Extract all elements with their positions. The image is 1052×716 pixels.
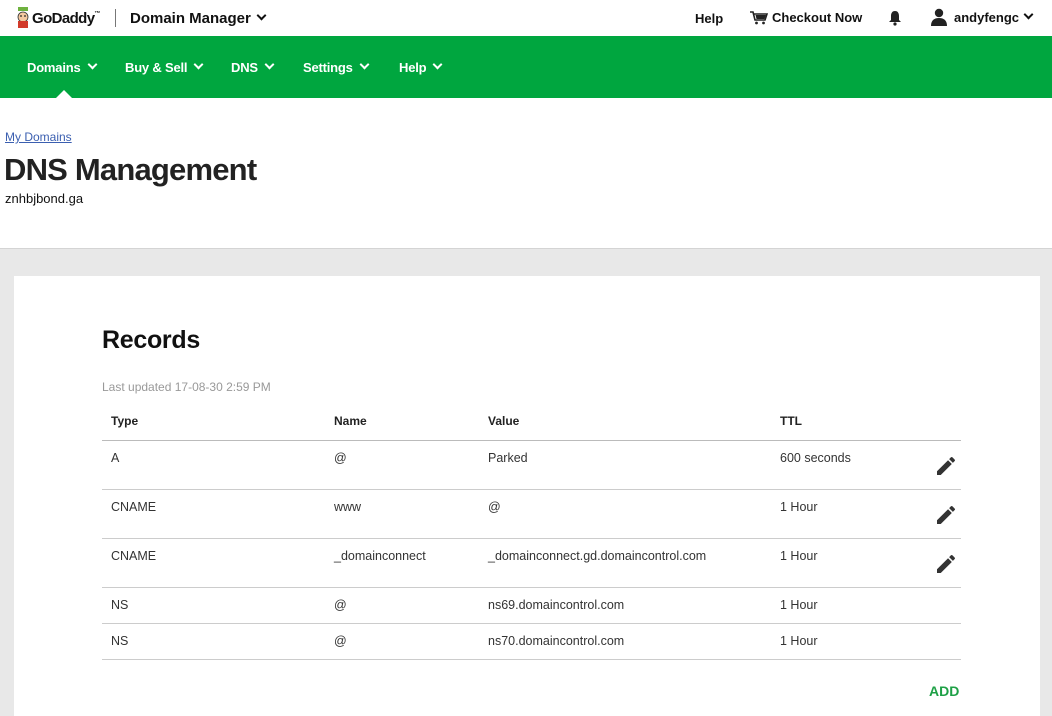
record-name: @	[334, 598, 347, 612]
page-title: DNS Management	[4, 152, 257, 187]
record-ttl: 1 Hour	[780, 634, 818, 648]
breadcrumb-my-domains[interactable]: My Domains	[5, 130, 72, 144]
checkout-label: Checkout Now	[772, 10, 863, 25]
chevron-down-icon	[1023, 9, 1034, 19]
record-ttl: 1 Hour	[780, 549, 818, 563]
top-bar: GoDaddy ™ Domain Manager Help Checkout No…	[0, 0, 1052, 36]
nav-dns-label: DNS	[231, 60, 258, 75]
record-value: ns69.domaincontrol.com	[488, 598, 625, 612]
records-title: Records	[102, 326, 200, 354]
table-row: CNAME _domainconnect _domainconnect.gd.d…	[102, 539, 961, 588]
record-value: ns70.domaincontrol.com	[488, 634, 625, 648]
nav-dns[interactable]: DNS	[231, 59, 275, 75]
pencil-icon[interactable]	[934, 503, 958, 527]
column-name: Name	[334, 414, 367, 428]
account-menu[interactable]: andyfengc	[930, 8, 1034, 26]
username: andyfengc	[954, 9, 1020, 25]
record-type: NS	[111, 598, 129, 612]
godaddy-logo-icon	[15, 7, 31, 29]
pencil-icon[interactable]	[934, 454, 958, 478]
chevron-down-icon	[432, 59, 443, 70]
record-name: @	[334, 451, 347, 465]
domain-name: znhbjbond.ga	[5, 191, 84, 206]
chevron-down-icon	[359, 59, 370, 70]
chevron-down-icon	[256, 10, 267, 21]
record-type: CNAME	[111, 549, 157, 563]
record-value: Parked	[488, 451, 528, 465]
notifications-button[interactable]	[888, 10, 902, 31]
chevron-down-icon	[87, 59, 97, 70]
nav-help[interactable]: Help	[399, 59, 443, 75]
product-switcher-label: Domain Manager	[130, 10, 251, 27]
top-help-link[interactable]: Help	[695, 11, 723, 26]
record-name: @	[334, 634, 347, 648]
chevron-down-icon	[264, 59, 275, 70]
record-type: NS	[111, 634, 129, 648]
nav-help-label: Help	[399, 60, 427, 75]
add-record-button[interactable]: ADD	[929, 683, 959, 699]
table-row: CNAME www @ 1 Hour	[102, 490, 961, 539]
last-updated: Last updated 17-08-30 2:59 PM	[102, 380, 271, 394]
record-ttl: 1 Hour	[780, 598, 818, 612]
nav-domains[interactable]: Domains	[27, 59, 97, 75]
pencil-icon[interactable]	[934, 552, 958, 576]
chevron-down-icon	[193, 59, 204, 70]
cart-icon	[750, 10, 768, 24]
brand-tm: ™	[94, 11, 101, 17]
record-value: _domainconnect.gd.domaincontrol.com	[488, 549, 707, 563]
nav-buy-sell-label: Buy & Sell	[125, 60, 188, 75]
table-row: A @ Parked 600 seconds	[102, 441, 961, 490]
record-ttl: 600 seconds	[780, 451, 851, 465]
product-switcher[interactable]: Domain Manager	[130, 10, 267, 27]
nav-settings-label: Settings	[303, 60, 353, 75]
records-table: Type Name Value TTL A @ Parked 600 secon…	[102, 402, 961, 660]
checkout-button[interactable]: Checkout Now	[750, 10, 862, 25]
nav-buy-sell[interactable]: Buy & Sell	[125, 59, 204, 75]
bell-icon	[889, 11, 901, 26]
active-nav-indicator	[56, 90, 72, 98]
table-header: Type Name Value TTL	[102, 402, 961, 441]
brand-name: GoDaddy	[32, 9, 95, 27]
nav-settings[interactable]: Settings	[303, 59, 370, 75]
nav-domains-label: Domains	[27, 60, 81, 75]
record-ttl: 1 Hour	[780, 500, 818, 514]
record-value: @	[488, 500, 501, 514]
main-nav: Domains Buy & Sell DNS Settings Help	[0, 36, 1052, 98]
record-name: www	[334, 500, 362, 514]
table-row: NS @ ns69.domaincontrol.com 1 Hour	[102, 588, 961, 624]
record-name: _domainconnect	[334, 549, 426, 563]
record-type: A	[111, 451, 120, 465]
table-row: NS @ ns70.domaincontrol.com 1 Hour	[102, 624, 961, 660]
column-type: Type	[111, 414, 139, 428]
godaddy-logo[interactable]: GoDaddy ™	[15, 5, 100, 31]
column-value: Value	[488, 414, 520, 428]
column-ttl: TTL	[780, 414, 802, 428]
record-type: CNAME	[111, 500, 157, 514]
user-icon	[931, 8, 947, 26]
divider	[115, 9, 116, 27]
